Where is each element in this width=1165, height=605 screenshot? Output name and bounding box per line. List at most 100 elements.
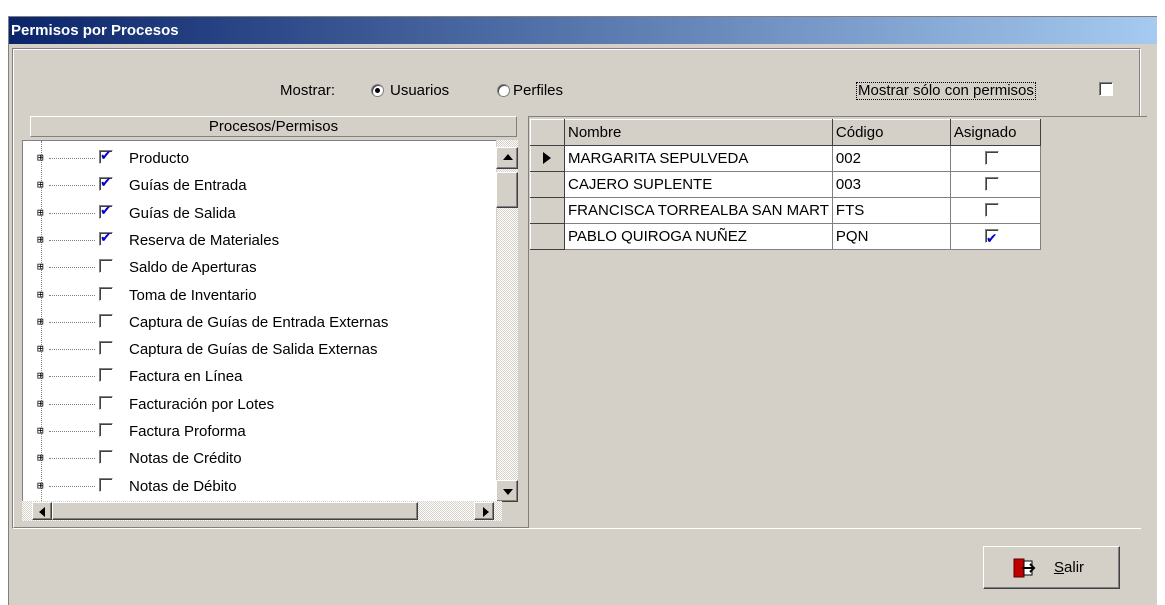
tree-item[interactable]: ⊞ Producto: [23, 145, 493, 171]
cell-asignado[interactable]: [949, 223, 1041, 251]
expand-plus-icon[interactable]: ⊞: [37, 316, 46, 327]
expand-plus-icon[interactable]: ⊞: [37, 152, 46, 163]
expand-plus-icon[interactable]: ⊞: [37, 289, 46, 300]
scroll-left-button[interactable]: [32, 502, 52, 520]
only-with-permissions-label[interactable]: Mostrar sólo con permisos: [856, 82, 1036, 100]
tree-item-label: Toma de Inventario: [129, 286, 257, 304]
expand-plus-icon[interactable]: ⊞: [37, 207, 46, 218]
asignado-checkbox[interactable]: [984, 203, 999, 217]
column-header-asignado[interactable]: Asignado: [949, 119, 1041, 146]
expand-plus-icon[interactable]: ⊞: [37, 398, 46, 409]
horizontal-scroll-thumb[interactable]: [52, 502, 418, 520]
current-row-arrow-icon: [543, 152, 551, 164]
cell-codigo[interactable]: 003: [831, 171, 951, 198]
tree-connector: [49, 376, 95, 378]
permission-checkbox[interactable]: [99, 477, 113, 492]
expand-plus-icon[interactable]: ⊞: [37, 370, 46, 381]
tree-item-label: Captura de Guías de Entrada Externas: [129, 313, 389, 331]
scroll-up-button[interactable]: [496, 147, 518, 169]
tree-connector: [49, 212, 95, 214]
tree-item[interactable]: ⊞ Notas de Débito: [23, 473, 493, 499]
tree-item[interactable]: ⊞ Saldo de Aperturas: [23, 254, 493, 280]
permission-checkbox[interactable]: [99, 259, 113, 274]
salir-button[interactable]: Salir: [983, 546, 1120, 589]
cell-codigo[interactable]: PQN: [831, 223, 951, 250]
permission-checkbox[interactable]: [99, 230, 113, 246]
permission-checkbox[interactable]: [99, 286, 113, 301]
grid-row[interactable]: FRANCISCA TORREALBA SAN MART FTS: [530, 197, 1041, 224]
cell-nombre[interactable]: PABLO QUIROGA NUÑEZ: [564, 223, 833, 250]
expand-plus-icon[interactable]: ⊞: [37, 234, 46, 245]
permission-checkbox[interactable]: [99, 313, 113, 328]
cell-asignado[interactable]: [949, 171, 1041, 198]
tree-connector: [49, 349, 95, 351]
tree-item[interactable]: ⊞ Notas de Crédito: [23, 445, 493, 471]
permission-checkbox[interactable]: [99, 450, 113, 465]
asignado-checkbox[interactable]: [984, 151, 999, 165]
asignado-checkbox[interactable]: [984, 177, 999, 191]
tree-connector: [49, 294, 95, 296]
process-tree[interactable]: ⊞ Producto ⊞ Guías de Entrada ⊞ Guías de Sali…: [22, 140, 502, 518]
permission-checkbox[interactable]: [99, 423, 113, 437]
grid-row[interactable]: MARGARITA SEPULVEDA 002: [530, 145, 1041, 172]
cell-codigo[interactable]: 002: [831, 145, 951, 172]
tree-item[interactable]: ⊞ Facturación por Lotes: [23, 391, 493, 417]
perfiles-radio[interactable]: [497, 84, 510, 97]
cell-asignado[interactable]: [949, 145, 1041, 172]
scroll-down-button[interactable]: [496, 480, 518, 502]
vertical-scroll-thumb[interactable]: [496, 172, 518, 208]
permission-checkbox[interactable]: [99, 203, 113, 219]
tree-connector: [49, 458, 95, 460]
permission-checkbox[interactable]: [99, 395, 113, 410]
tree-item-label: Factura Proforma: [129, 423, 246, 440]
row-indicator[interactable]: [530, 197, 565, 224]
tree-item-label: Notas de Débito: [129, 477, 237, 495]
scroll-right-button[interactable]: [474, 502, 494, 520]
cell-asignado[interactable]: [949, 197, 1041, 224]
cell-nombre[interactable]: CAJERO SUPLENTE: [564, 171, 833, 198]
row-indicator[interactable]: [530, 145, 565, 172]
row-indicator[interactable]: [530, 171, 565, 198]
usuarios-radio-label[interactable]: Usuarios: [390, 82, 449, 99]
column-header-nombre[interactable]: Nombre: [564, 119, 833, 146]
cell-nombre[interactable]: FRANCISCA TORREALBA SAN MART: [564, 197, 833, 224]
tree-item[interactable]: ⊞ Factura Proforma: [23, 418, 493, 444]
usuarios-radio[interactable]: [371, 84, 384, 97]
arrow-up-icon: [503, 154, 513, 160]
permission-checkbox[interactable]: [99, 368, 113, 383]
column-header-codigo[interactable]: Código: [831, 119, 951, 146]
asignado-checkbox[interactable]: [984, 227, 999, 251]
permission-checkbox[interactable]: [99, 175, 113, 192]
expand-plus-icon[interactable]: ⊞: [37, 343, 46, 354]
expand-plus-icon[interactable]: ⊞: [37, 480, 46, 491]
tree-header: Procesos/Permisos: [30, 116, 517, 137]
cell-nombre[interactable]: MARGARITA SEPULVEDA: [564, 145, 833, 172]
tree-item[interactable]: ⊞ Guías de Entrada: [23, 172, 493, 198]
exit-door-icon: [1013, 558, 1036, 578]
tree-item[interactable]: ⊞ Factura en Línea: [23, 363, 493, 389]
permission-checkbox[interactable]: [99, 148, 113, 164]
permission-checkbox[interactable]: [99, 341, 113, 356]
arrow-right-icon: [483, 507, 489, 517]
arrow-left-icon: [39, 507, 45, 517]
expand-plus-icon[interactable]: ⊞: [37, 452, 46, 463]
tree-connector: [49, 403, 95, 405]
tree-item[interactable]: ⊞ Guías de Salida: [23, 200, 493, 226]
row-indicator[interactable]: [530, 223, 565, 250]
grid-row[interactable]: PABLO QUIROGA NUÑEZ PQN: [530, 223, 1041, 251]
expand-plus-icon[interactable]: ⊞: [37, 425, 46, 436]
users-grid[interactable]: Nombre Código Asignado MARGARITA SEPULVE…: [530, 119, 1041, 251]
expand-plus-icon[interactable]: ⊞: [37, 179, 46, 190]
expand-plus-icon[interactable]: ⊞: [37, 261, 46, 272]
tree-item[interactable]: ⊞ Captura de Guías de Salida Externas: [23, 336, 493, 362]
tree-item[interactable]: ⊞ Reserva de Materiales: [23, 227, 493, 253]
tree-item[interactable]: ⊞ Toma de Inventario: [23, 282, 493, 308]
tree-item-label: Producto: [129, 150, 190, 167]
grid-corner: [530, 119, 565, 146]
tree-item-label: Guías de Entrada: [129, 177, 247, 195]
grid-row[interactable]: CAJERO SUPLENTE 003: [530, 171, 1041, 198]
perfiles-radio-label[interactable]: Perfiles: [513, 82, 563, 99]
only-with-permissions-checkbox[interactable]: [1099, 82, 1113, 96]
tree-item[interactable]: ⊞ Captura de Guías de Entrada Externas: [23, 309, 493, 335]
cell-codigo[interactable]: FTS: [831, 197, 951, 224]
